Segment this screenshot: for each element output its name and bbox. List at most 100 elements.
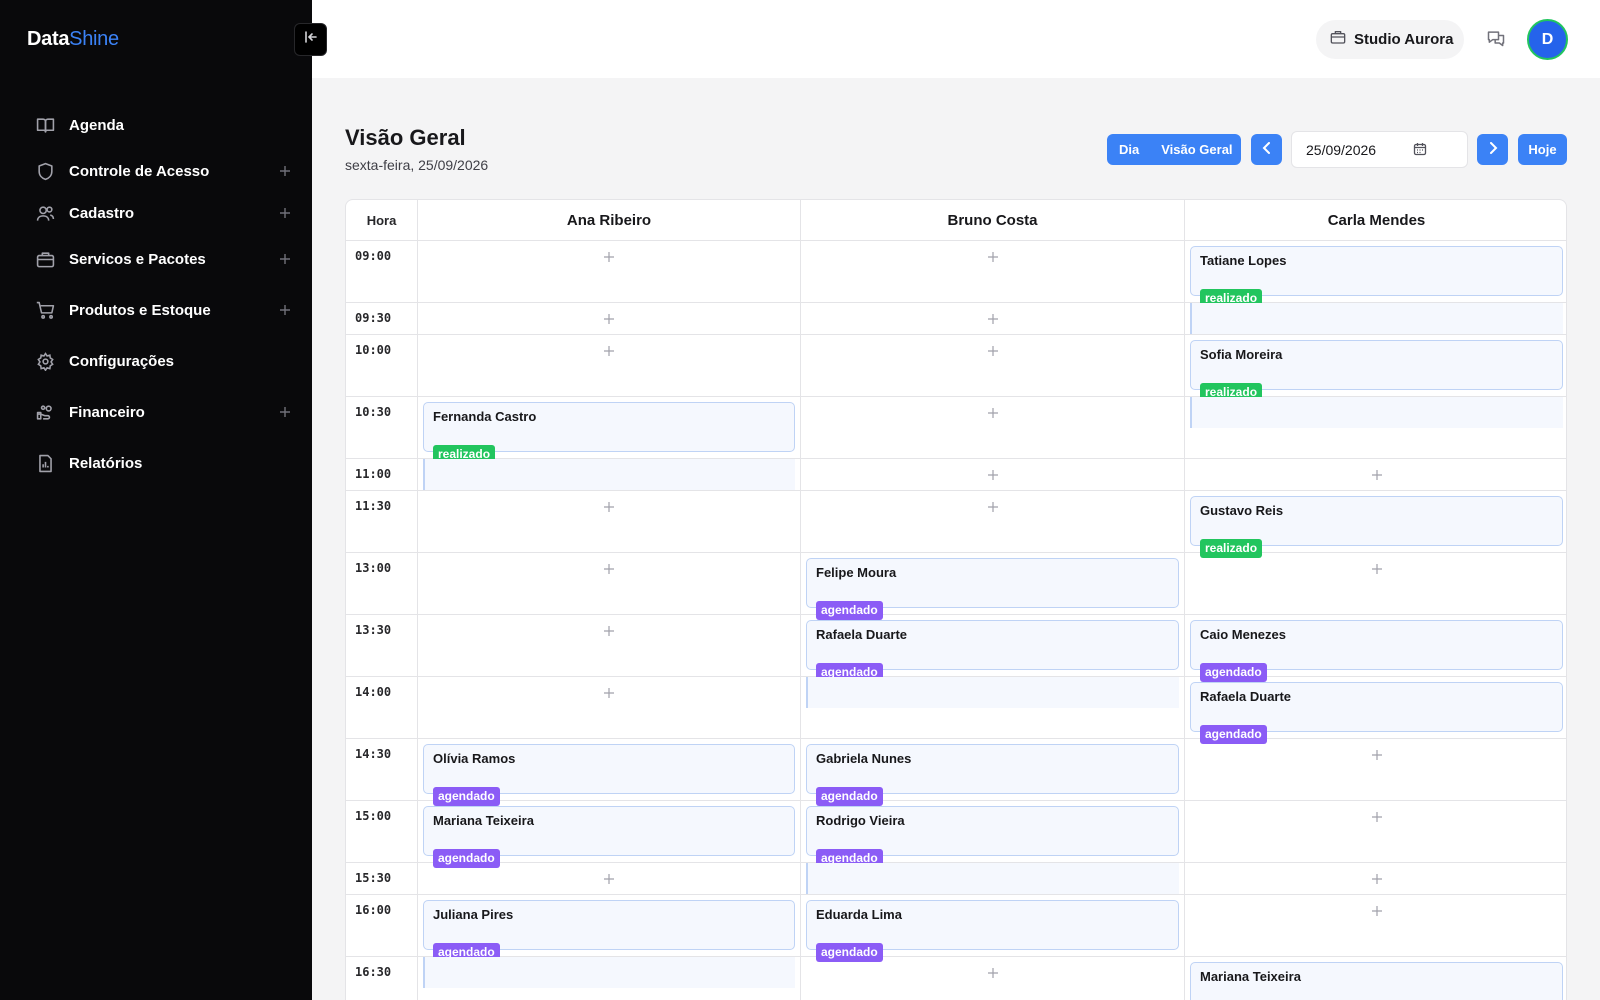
- add-appointment-icon[interactable]: [603, 344, 615, 356]
- schedule-slot[interactable]: [801, 335, 1185, 396]
- plus-icon[interactable]: [277, 251, 293, 267]
- schedule-slot[interactable]: [1185, 801, 1566, 862]
- sidebar-item-relatorios[interactable]: Relatórios: [35, 448, 293, 478]
- schedule-slot[interactable]: [1185, 553, 1566, 614]
- schedule-slot[interactable]: Juliana Pires agendado: [418, 895, 801, 962]
- brand-logo[interactable]: DataShine: [27, 28, 119, 51]
- appointment-card[interactable]: Rafaela Duarte agendado: [1190, 682, 1563, 744]
- appointment-card[interactable]: Mariana Teixeiraagendado: [1190, 962, 1563, 1000]
- add-appointment-icon[interactable]: [603, 500, 615, 512]
- avatar[interactable]: D: [1527, 19, 1568, 60]
- add-appointment-icon[interactable]: [987, 468, 999, 480]
- schedule-slot[interactable]: [1185, 895, 1566, 956]
- schedule-slot[interactable]: Gabriela Nunes agendado: [801, 739, 1185, 806]
- schedule-slot[interactable]: [1185, 397, 1566, 458]
- add-appointment-icon[interactable]: [1371, 904, 1383, 916]
- schedule-slot[interactable]: Caio Menezes agendado: [1185, 615, 1566, 682]
- schedule-slot[interactable]: [801, 491, 1185, 552]
- studio-selector[interactable]: Studio Aurora: [1316, 20, 1464, 59]
- schedule-slot[interactable]: [418, 677, 801, 738]
- appointment-card[interactable]: Juliana Pires agendado: [423, 900, 795, 962]
- appointment-card[interactable]: Fernanda Castro realizado: [423, 402, 795, 464]
- schedule-slot[interactable]: Olívia Ramos agendado: [418, 739, 801, 806]
- schedule-slot[interactable]: [418, 553, 801, 614]
- appointment-continuation[interactable]: [423, 957, 795, 988]
- schedule-slot[interactable]: Rafaela Duarte agendado: [801, 615, 1185, 682]
- add-appointment-icon[interactable]: [987, 312, 999, 324]
- schedule-slot[interactable]: [418, 303, 801, 334]
- plus-icon[interactable]: [277, 302, 293, 318]
- schedule-slot[interactable]: [801, 459, 1185, 490]
- sidebar-item-financeiro[interactable]: Financeiro: [35, 397, 293, 427]
- add-appointment-icon[interactable]: [987, 500, 999, 512]
- schedule-slot[interactable]: Rodrigo Vieira agendado: [801, 801, 1185, 868]
- schedule-slot[interactable]: [1185, 303, 1566, 334]
- schedule-slot[interactable]: [418, 957, 801, 1000]
- sidebar-item-agenda[interactable]: Agenda: [35, 110, 293, 140]
- appointment-continuation[interactable]: [806, 863, 1179, 894]
- view-day-button[interactable]: Dia: [1119, 142, 1139, 157]
- schedule-slot[interactable]: [801, 397, 1185, 458]
- appointment-card[interactable]: Gabriela Nunes agendado: [806, 744, 1179, 806]
- sidebar-item-produtos-estoque[interactable]: Produtos e Estoque: [35, 295, 293, 325]
- sidebar-item-servicos-pacotes[interactable]: Servicos e Pacotes: [35, 244, 293, 274]
- appointment-card[interactable]: Rodrigo Vieira agendado: [806, 806, 1179, 868]
- schedule-slot[interactable]: [1185, 459, 1566, 490]
- date-input[interactable]: 25/09/2026: [1291, 131, 1468, 168]
- schedule-slot[interactable]: [801, 303, 1185, 334]
- schedule-slot[interactable]: Felipe Moura agendado: [801, 553, 1185, 620]
- appointment-continuation[interactable]: [1190, 397, 1563, 428]
- add-appointment-icon[interactable]: [987, 250, 999, 262]
- messages-button[interactable]: [1484, 28, 1508, 52]
- appointment-card[interactable]: Tatiane Lopes realizado: [1190, 246, 1563, 308]
- add-appointment-icon[interactable]: [603, 250, 615, 262]
- appointment-card[interactable]: Eduarda Lima agendado: [806, 900, 1179, 962]
- sidebar-item-configuracoes[interactable]: Configurações: [35, 346, 293, 376]
- calendar-icon[interactable]: [1413, 142, 1427, 159]
- schedule-slot[interactable]: Mariana Teixeiraagendado: [418, 801, 801, 868]
- schedule-slot[interactable]: [418, 459, 801, 490]
- add-appointment-icon[interactable]: [987, 966, 999, 978]
- prev-date-button[interactable]: [1251, 134, 1282, 165]
- schedule-slot[interactable]: [418, 491, 801, 552]
- appointment-card[interactable]: Felipe Moura agendado: [806, 558, 1179, 620]
- sidebar-item-controle-acesso[interactable]: Controle de Acesso: [35, 156, 293, 186]
- schedule-slot[interactable]: [1185, 863, 1566, 894]
- add-appointment-icon[interactable]: [987, 406, 999, 418]
- add-appointment-icon[interactable]: [1371, 562, 1383, 574]
- schedule-slot[interactable]: [418, 615, 801, 676]
- schedule-slot[interactable]: Fernanda Castro realizado: [418, 397, 801, 464]
- schedule-slot[interactable]: Gustavo Reis realizado: [1185, 491, 1566, 558]
- next-date-button[interactable]: [1477, 134, 1508, 165]
- add-appointment-icon[interactable]: [1371, 748, 1383, 760]
- add-appointment-icon[interactable]: [987, 344, 999, 356]
- schedule-slot[interactable]: [801, 863, 1185, 894]
- add-appointment-icon[interactable]: [1371, 468, 1383, 480]
- appointment-card[interactable]: Mariana Teixeiraagendado: [423, 806, 795, 868]
- appointment-continuation[interactable]: [423, 459, 795, 490]
- schedule-slot[interactable]: Tatiane Lopes realizado: [1185, 241, 1566, 308]
- plus-icon[interactable]: [277, 404, 293, 420]
- schedule-slot[interactable]: Sofia Moreira realizado: [1185, 335, 1566, 402]
- schedule-slot[interactable]: [418, 335, 801, 396]
- sidebar-collapse-button[interactable]: [294, 23, 327, 56]
- sidebar-item-cadastro[interactable]: Cadastro: [35, 198, 293, 228]
- add-appointment-icon[interactable]: [603, 562, 615, 574]
- plus-icon[interactable]: [277, 163, 293, 179]
- schedule-slot[interactable]: [801, 677, 1185, 738]
- plus-icon[interactable]: [277, 205, 293, 221]
- today-button[interactable]: Hoje: [1518, 134, 1567, 165]
- schedule-slot[interactable]: Mariana Teixeiraagendado: [1185, 957, 1566, 1000]
- schedule-slot[interactable]: [801, 957, 1185, 1000]
- appointment-continuation[interactable]: [1190, 303, 1563, 334]
- appointment-card[interactable]: Rafaela Duarte agendado: [806, 620, 1179, 682]
- add-appointment-icon[interactable]: [1371, 810, 1383, 822]
- view-overview-button[interactable]: Visão Geral: [1161, 142, 1232, 157]
- add-appointment-icon[interactable]: [603, 872, 615, 884]
- appointment-continuation[interactable]: [806, 677, 1179, 708]
- schedule-slot[interactable]: [1185, 739, 1566, 800]
- add-appointment-icon[interactable]: [603, 686, 615, 698]
- schedule-slot[interactable]: Rafaela Duarte agendado: [1185, 677, 1566, 744]
- schedule-slot[interactable]: Eduarda Lima agendado: [801, 895, 1185, 962]
- appointment-card[interactable]: Caio Menezes agendado: [1190, 620, 1563, 682]
